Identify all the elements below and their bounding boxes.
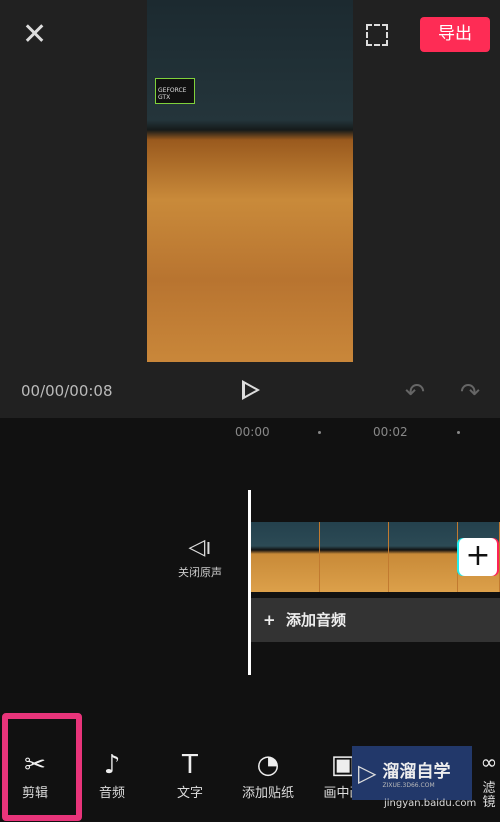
watermark-url: jingyan.baidu.com — [384, 798, 477, 809]
tick-label: 00:02 — [373, 425, 408, 439]
tick-dot — [318, 431, 321, 434]
clip-frame — [251, 522, 320, 592]
redo-icon[interactable]: ↷ — [460, 378, 480, 406]
fullscreen-icon[interactable] — [366, 24, 388, 46]
preview-area: GEFORCE GTX ✕ 导出 00/00/00:08 ↶ ↷ — [0, 0, 500, 418]
tool-text[interactable]: T 文字 — [150, 750, 230, 801]
add-audio-label: 添加音频 — [286, 611, 347, 629]
close-icon[interactable]: ✕ — [22, 20, 47, 50]
tool-label: 文字 — [176, 786, 203, 801]
tick-dot — [457, 431, 460, 434]
export-button[interactable]: 导出 — [420, 17, 490, 52]
video-preview[interactable]: GEFORCE GTX — [147, 0, 353, 362]
add-audio-button[interactable]: + 添加音频 — [251, 598, 500, 642]
watermark-title: 溜溜自学 — [382, 762, 451, 782]
sticker: GEFORCE GTX — [155, 78, 195, 104]
speaker-icon: ◁ı — [188, 535, 212, 560]
tool-audio[interactable]: ♪ 音频 — [72, 750, 152, 801]
playhead[interactable] — [248, 490, 251, 675]
tool-label: 音频 — [98, 786, 125, 801]
music-note-icon: ♪ — [103, 750, 121, 780]
watermark-play-icon: ▷ — [358, 759, 377, 787]
highlight-box — [2, 713, 82, 821]
tick-label: 00:00 — [235, 425, 270, 439]
text-icon: T — [182, 750, 198, 780]
clip-frame — [389, 522, 458, 592]
sticker-icon: ◔ — [256, 750, 280, 780]
filter-icon: ∞ — [480, 750, 498, 774]
tool-label: 滤镜 — [482, 781, 496, 810]
time-display: 00/00/00:08 — [21, 382, 113, 400]
tool-label: 添加贴纸 — [241, 786, 294, 801]
undo-icon[interactable]: ↶ — [405, 378, 425, 406]
mute-label: 关闭原声 — [178, 566, 222, 579]
tool-sticker[interactable]: ◔ 添加贴纸 — [228, 750, 308, 801]
watermark: ▷ 溜溜自学 ZIXUE.3D66.COM — [352, 746, 472, 800]
play-icon[interactable] — [242, 380, 260, 400]
clip-frame — [320, 522, 389, 592]
mute-original-button[interactable]: ◁ı 关闭原声 — [170, 535, 230, 580]
add-clip-button[interactable]: + — [459, 538, 497, 576]
watermark-sub: ZIXUE.3D66.COM — [382, 782, 435, 789]
tool-filter[interactable]: ∞ 滤镜 — [478, 750, 500, 810]
